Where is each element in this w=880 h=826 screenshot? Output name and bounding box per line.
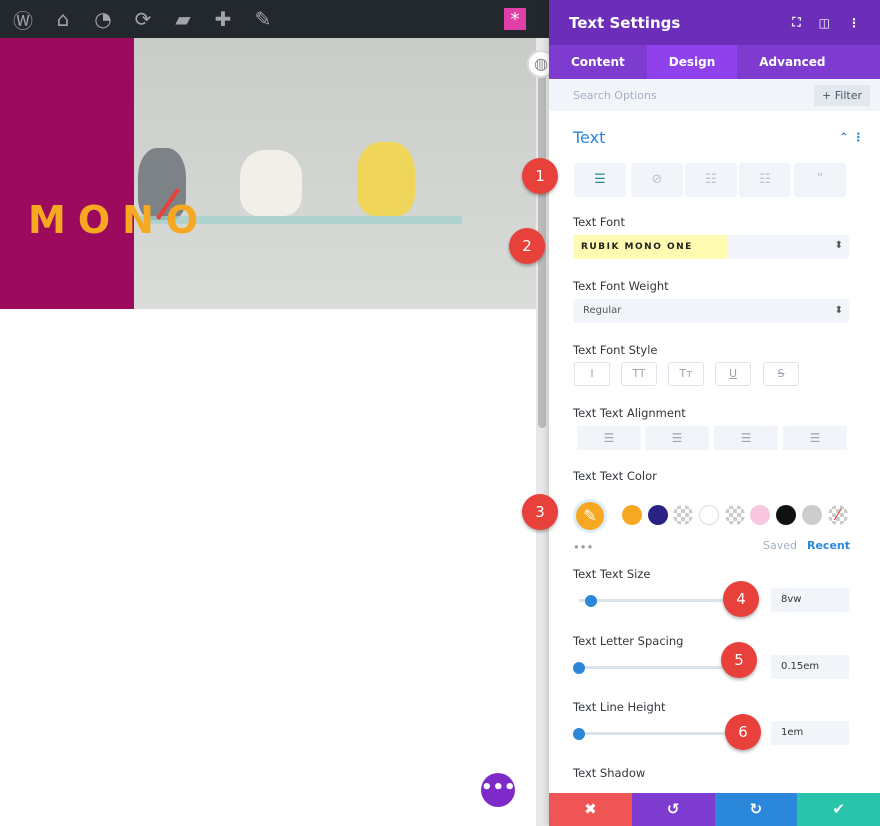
collapse-icon[interactable]: ⌃ ⋮ (839, 130, 864, 144)
align-right-icon[interactable]: ☰ (714, 426, 778, 450)
hero-section: MONO (0, 38, 536, 309)
more-options-button[interactable]: ••• (481, 773, 516, 807)
plus-icon[interactable]: ✚ (210, 7, 236, 31)
step-marker: 5 (721, 642, 757, 678)
unordered-list-icon[interactable]: ☷ (685, 163, 737, 197)
color-swatch[interactable] (776, 505, 796, 525)
text-size-slider-handle[interactable] (585, 595, 597, 607)
yellow-vase-image (357, 142, 415, 216)
underline-button[interactable]: U (715, 362, 751, 386)
step-marker: 3 (522, 494, 558, 530)
text-color-label: Text Text Color (573, 469, 657, 483)
align-center-icon[interactable]: ☰ (645, 426, 709, 450)
line-height-slider-handle[interactable] (573, 728, 585, 740)
link-option-icon[interactable]: ⊘ (631, 163, 683, 197)
select-arrow-icon: ⬍ (834, 240, 843, 251)
pencil-icon[interactable]: ✎ (250, 7, 276, 31)
kebab-menu-icon[interactable]: ⋮ (848, 16, 860, 30)
refresh-icon[interactable]: ⟳ (130, 7, 156, 31)
letter-spacing-input[interactable]: 0.15em (771, 655, 849, 679)
tab-advanced[interactable]: Advanced (737, 45, 847, 79)
line-height-label: Text Line Height (573, 700, 666, 714)
step-marker: 4 (723, 581, 759, 617)
align-justify-icon[interactable]: ☰ (783, 426, 847, 450)
step-marker: 2 (509, 228, 545, 264)
step-marker: 6 (725, 714, 761, 750)
line-height-slider[interactable] (579, 732, 729, 735)
pot-image (240, 150, 302, 216)
text-font-label: Text Font (573, 215, 625, 229)
filter-button[interactable]: + Filter (814, 84, 870, 106)
step-marker: 1 (522, 158, 558, 194)
italic-button[interactable]: I (574, 362, 610, 386)
letter-spacing-slider[interactable] (579, 666, 729, 669)
tab-content[interactable]: Content (549, 45, 647, 79)
color-swatch[interactable] (725, 505, 745, 525)
section-title[interactable]: Text (573, 128, 605, 147)
color-swatch[interactable] (673, 505, 693, 525)
alignment-label: Text Text Alignment (573, 406, 686, 420)
font-style-label: Text Font Style (573, 343, 658, 357)
home-network-icon[interactable]: ⌂ (50, 7, 76, 31)
undo-button[interactable]: ↺ (631, 793, 715, 826)
admin-bar: Ⓦ ⌂ ◔ ⟳ ▰ ✚ ✎ (0, 0, 549, 38)
text-shadow-label: Text Shadow (573, 766, 646, 780)
search-input[interactable]: Search Options (573, 89, 814, 102)
color-swatch[interactable] (699, 505, 719, 525)
comment-icon[interactable]: ▰ (170, 7, 196, 31)
color-swatch[interactable] (622, 505, 642, 525)
redo-button[interactable]: ↻ (714, 793, 798, 826)
fullscreen-icon[interactable]: ⛶ (792, 15, 800, 30)
magenta-block (0, 38, 134, 309)
font-weight-select[interactable]: Regular ⬍ (573, 299, 849, 323)
color-swatch[interactable] (802, 505, 822, 525)
settings-panel: Text Settings ⛶ ◫ ⋮ Content Design Advan… (549, 0, 880, 826)
text-size-slider[interactable] (579, 599, 729, 602)
recent-tab[interactable]: Recent (807, 539, 850, 552)
letter-spacing-slider-handle[interactable] (573, 662, 585, 674)
strikethrough-button[interactable]: S (763, 362, 799, 386)
cancel-button[interactable]: ✖ (549, 793, 632, 826)
font-weight-label: Text Font Weight (573, 279, 669, 293)
letter-spacing-label: Text Letter Spacing (573, 634, 684, 648)
clear-color-icon[interactable]: ⁄ (828, 505, 848, 525)
color-swatch[interactable] (648, 505, 668, 525)
text-font-select[interactable]: RUBIK MONO ONE ⬍ (573, 235, 849, 259)
saved-tab[interactable]: Saved (763, 539, 797, 552)
split-view-icon[interactable]: ◫ (819, 16, 830, 30)
text-font-value: RUBIK MONO ONE (573, 235, 728, 259)
asterisk-icon[interactable]: * (504, 8, 526, 30)
ordered-list-icon[interactable]: ☷ (739, 163, 791, 197)
text-option-icon[interactable]: ☰ (574, 163, 626, 197)
panel-header: Text Settings ⛶ ◫ ⋮ (549, 0, 880, 45)
text-size-label: Text Text Size (573, 567, 651, 581)
wordpress-icon[interactable]: Ⓦ (10, 5, 36, 34)
line-height-input[interactable]: 1em (771, 721, 849, 745)
uppercase-button[interactable]: TT (621, 362, 657, 386)
save-button[interactable]: ✔ (797, 793, 880, 826)
tab-design[interactable]: Design (646, 45, 738, 79)
capitalize-button[interactable]: Tт (668, 362, 704, 386)
panel-title: Text Settings (569, 13, 681, 32)
color-swatch[interactable] (750, 505, 770, 525)
quote-icon[interactable]: ” (794, 163, 846, 197)
more-colors-button[interactable]: ••• (573, 540, 593, 554)
align-left-icon[interactable]: ☰ (577, 426, 641, 450)
color-picker-eyedropper-icon[interactable]: ✎ (573, 499, 607, 533)
font-weight-value: Regular (583, 305, 622, 316)
select-arrow-icon: ⬍ (834, 305, 843, 316)
text-size-input[interactable]: 8vw (771, 588, 849, 612)
dashboard-icon[interactable]: ◔ (90, 7, 116, 31)
preview-text[interactable]: MONO (28, 198, 210, 242)
